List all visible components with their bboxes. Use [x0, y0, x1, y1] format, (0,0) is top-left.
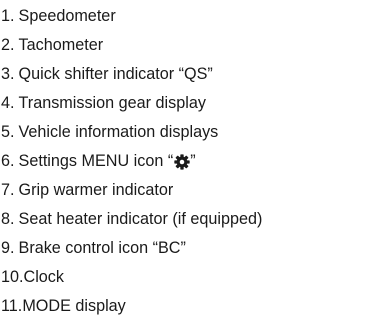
item-label: Vehicle information displays: [18, 123, 219, 141]
list-item: 11. MODE display: [1, 292, 262, 321]
list-item: 2. Tachometer: [1, 31, 262, 60]
item-label: Brake control icon “BC”: [18, 239, 186, 257]
list-item: 9. Brake control icon “BC”: [1, 234, 262, 263]
item-label: Tachometer: [18, 36, 104, 54]
item-number: 6.: [1, 152, 15, 170]
item-label: Quick shifter indicator “QS”: [18, 65, 213, 83]
item-label: Speedometer: [18, 7, 116, 25]
item-number: 10.: [1, 268, 24, 286]
list-item: 1. Speedometer: [1, 2, 262, 31]
item-number: 2.: [1, 36, 15, 54]
list-item: 7. Grip warmer indicator: [1, 176, 262, 205]
list-item: 6. Settings MENU icon “ ”: [1, 147, 262, 176]
item-number: 5.: [1, 123, 15, 141]
legend-list: 1. Speedometer 2. Tachometer 3. Quick shift…: [1, 2, 262, 321]
item-number: 3.: [1, 65, 15, 83]
item-number: 1.: [1, 7, 15, 25]
gear-icon: [173, 153, 190, 170]
list-item: 4. Transmission gear display: [1, 89, 262, 118]
item-number: 7.: [1, 181, 15, 199]
item-label: Clock: [23, 268, 64, 286]
item-label-before: Settings MENU icon “: [18, 152, 174, 170]
item-label: Seat heater indicator (if equipped): [18, 210, 263, 228]
item-number: 11.: [1, 297, 23, 315]
item-number: 8.: [1, 210, 15, 228]
list-item: 5. Vehicle information displays: [1, 118, 262, 147]
list-item: 3. Quick shifter indicator “QS”: [1, 60, 262, 89]
item-number: 9.: [1, 239, 15, 257]
item-number: 4.: [1, 94, 15, 112]
item-label: MODE display: [22, 297, 126, 315]
item-label: Grip warmer indicator: [18, 181, 174, 199]
item-label-after: ”: [190, 152, 196, 170]
item-label: Transmission gear display: [18, 94, 206, 112]
list-item: 8. Seat heater indicator (if equipped): [1, 205, 262, 234]
list-item: 10. Clock: [1, 263, 262, 292]
